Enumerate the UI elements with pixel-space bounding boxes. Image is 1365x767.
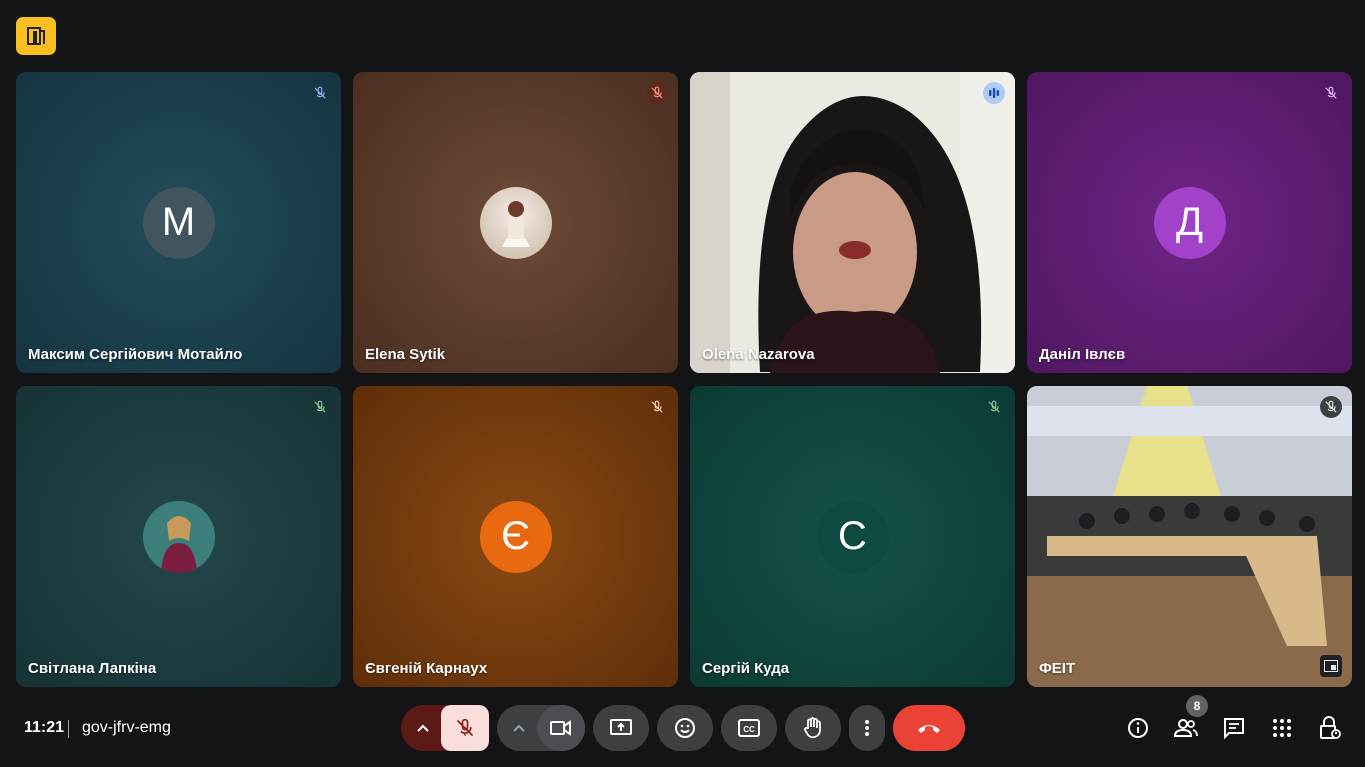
leave-call-button[interactable] <box>893 705 965 751</box>
video-feed <box>1027 386 1352 687</box>
videocam-icon <box>550 720 571 736</box>
mic-off-icon <box>309 396 331 418</box>
hand-icon <box>804 717 821 739</box>
mic-off-icon <box>456 718 474 737</box>
participant-name: Olena Nazarova <box>702 346 815 363</box>
audio-options-button[interactable] <box>401 705 445 751</box>
lock-person-icon <box>1320 716 1341 739</box>
participant-tile[interactable]: Elena Sytik <box>353 72 678 373</box>
call-end-icon <box>918 725 940 733</box>
present-screen-button[interactable] <box>593 705 649 751</box>
mic-off-icon <box>1320 396 1342 418</box>
raise-hand-button[interactable] <box>785 705 841 751</box>
participant-name: Світлана Лапкіна <box>28 660 157 677</box>
emoji-icon <box>675 718 695 738</box>
participant-tile[interactable]: С Сергій Куда <box>690 386 1015 687</box>
divider <box>68 720 69 738</box>
present-icon <box>610 719 632 735</box>
participant-tile[interactable]: ФЕІТ <box>1027 386 1352 687</box>
chat-button[interactable] <box>1217 711 1251 745</box>
chevron-up-icon <box>513 724 525 732</box>
participant-name: Сергій Куда <box>702 660 790 677</box>
meet-logo <box>16 17 56 55</box>
people-button[interactable] <box>1169 711 1203 745</box>
chevron-up-icon <box>417 724 429 732</box>
avatar-photo <box>479 186 552 259</box>
avatar: Є <box>479 500 552 573</box>
participant-tile[interactable]: М Максим Сергійович Мотайло <box>16 72 341 373</box>
avatar: Д <box>1153 186 1226 259</box>
meeting-details-button[interactable] <box>1121 711 1155 745</box>
participant-tile[interactable]: Світлана Лапкіна <box>16 386 341 687</box>
captions-button[interactable]: CC <box>721 705 777 751</box>
participant-name: Євгеній Карнаух <box>365 660 488 677</box>
participant-name: Даніл Івлєв <box>1039 346 1126 363</box>
logo-icon <box>27 27 45 45</box>
avatar: М <box>142 186 215 259</box>
participant-name: Elena Sytik <box>365 346 446 363</box>
participant-tile-active[interactable]: Olena Nazarova <box>690 72 1015 373</box>
participant-tile[interactable]: Д Даніл Івлєв <box>1027 72 1352 373</box>
video-feed <box>690 72 1015 373</box>
avatar-photo <box>142 500 215 573</box>
mic-off-icon <box>1320 82 1342 104</box>
meeting-code: gov-jfrv-emg <box>82 719 171 736</box>
closed-captions-icon: CC <box>738 719 760 737</box>
reactions-button[interactable] <box>657 705 713 751</box>
mic-off-icon <box>646 82 668 104</box>
participant-name: ФЕІТ <box>1039 660 1076 677</box>
mic-off-icon <box>983 396 1005 418</box>
apps-grid-icon <box>1273 719 1291 737</box>
participant-name: Максим Сергійович Мотайло <box>28 346 243 363</box>
mic-off-icon <box>646 396 668 418</box>
mic-off-icon <box>309 82 331 104</box>
video-options-button[interactable] <box>497 705 541 751</box>
info-icon <box>1128 718 1148 738</box>
people-icon <box>1174 719 1198 737</box>
microphone-button[interactable] <box>441 705 489 751</box>
host-controls-button[interactable] <box>1313 711 1347 745</box>
speaking-indicator-icon <box>983 82 1005 104</box>
picture-in-picture-icon[interactable] <box>1320 655 1342 677</box>
participant-tile[interactable]: Є Євгеній Карнаух <box>353 386 678 687</box>
avatar: С <box>816 500 889 573</box>
more-options-button[interactable] <box>849 705 885 751</box>
meeting-time: 11:21 <box>24 719 65 736</box>
camera-button[interactable] <box>537 705 585 751</box>
more-vert-icon <box>865 720 869 736</box>
chat-icon <box>1224 718 1244 739</box>
control-bar: 11:21 gov-jfrv-emg CC 8 <box>0 695 1365 767</box>
activities-button[interactable] <box>1265 711 1299 745</box>
svg-text:CC: CC <box>743 725 755 734</box>
